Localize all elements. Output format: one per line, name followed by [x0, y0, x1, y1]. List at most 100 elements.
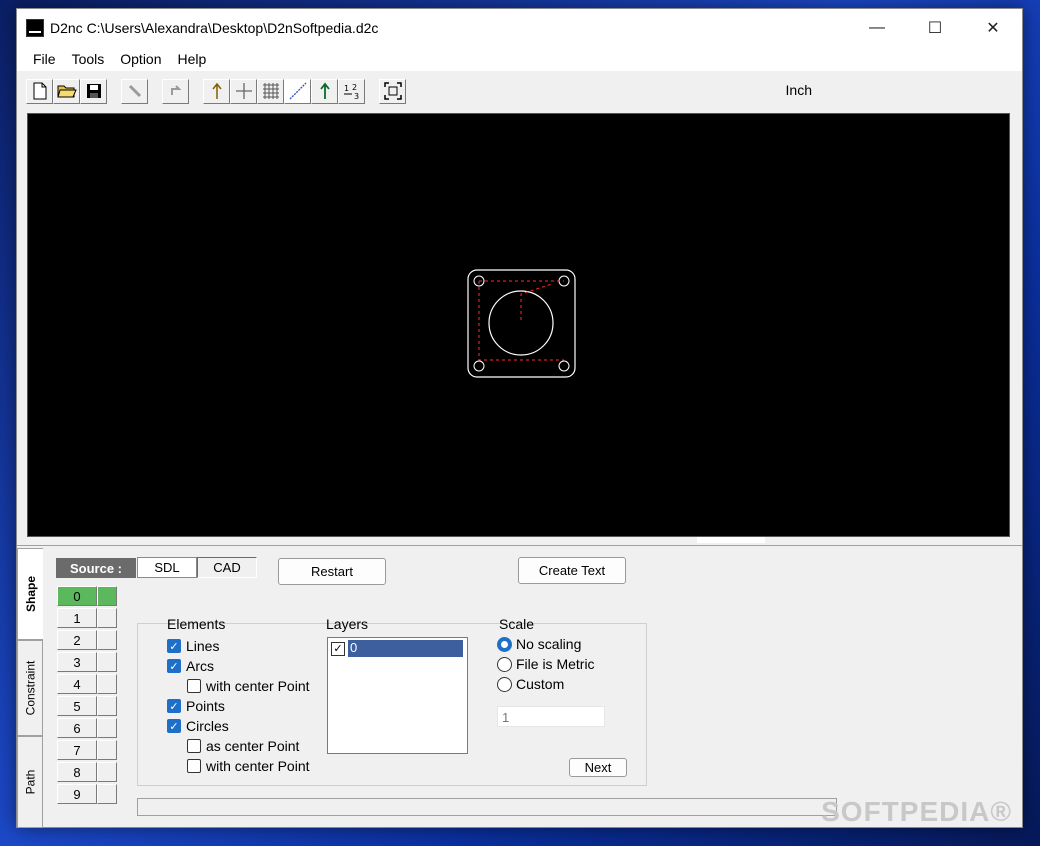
green-arrow-icon: [319, 82, 330, 99]
status-bar: [137, 798, 837, 816]
arcs-checkbox[interactable]: ✓ Arcs: [167, 658, 214, 674]
close-button[interactable]: ✕: [964, 9, 1022, 47]
circles-center-checkbox[interactable]: with center Point: [187, 758, 310, 774]
menu-bar: File Tools Option Help: [17, 47, 1022, 71]
save-icon: [86, 84, 101, 98]
open-button[interactable]: [53, 78, 80, 104]
scale-custom-input[interactable]: 1: [497, 706, 605, 727]
scale-custom-radio[interactable]: Custom: [497, 676, 564, 692]
arcs-center-checkbox[interactable]: with center Point: [187, 678, 310, 694]
fit-view-button[interactable]: [379, 78, 406, 104]
check-icon: ✓: [167, 639, 181, 653]
tab-path[interactable]: Path: [17, 736, 43, 828]
layer-number-5[interactable]: 5: [57, 696, 97, 716]
menu-file[interactable]: File: [25, 51, 64, 67]
plate-outline: [467, 269, 576, 378]
source-sdl-button[interactable]: SDL: [137, 557, 197, 578]
fit-view-icon: [383, 82, 402, 100]
source-cad-button[interactable]: CAD: [197, 557, 257, 578]
new-file-button[interactable]: [26, 78, 53, 104]
layer-number-7[interactable]: 7: [57, 740, 97, 760]
lines-checkbox[interactable]: ✓ Lines: [167, 638, 219, 654]
layers-title: Layers: [326, 616, 369, 632]
layer-toggle-3[interactable]: [97, 652, 117, 672]
layer-toggle-0[interactable]: [97, 586, 117, 606]
check-icon[interactable]: ✓: [331, 641, 345, 656]
grid-icon: [262, 83, 279, 99]
window-title: D2nc C:\Users\Alexandra\Desktop\D2nSoftp…: [50, 20, 379, 36]
numbering-button[interactable]: 123: [338, 78, 365, 104]
layer-toggle-9[interactable]: [97, 784, 117, 804]
units-label: Inch: [785, 82, 812, 98]
check-icon: ✓: [167, 659, 181, 673]
points-checkbox[interactable]: ✓ Points: [167, 698, 225, 714]
drawing-canvas[interactable]: [27, 113, 1010, 537]
layer-list-item[interactable]: ✓ 0: [331, 640, 463, 657]
menu-help[interactable]: Help: [170, 51, 215, 67]
toolbar: 123: [17, 73, 1022, 109]
layer-number-8[interactable]: 8: [57, 762, 97, 782]
layer-toggle-5[interactable]: [97, 696, 117, 716]
minimize-button[interactable]: —: [848, 9, 906, 47]
layer-toggle-8[interactable]: [97, 762, 117, 782]
softpedia-watermark: SOFTPEDIA®: [821, 796, 1012, 827]
layer-toggle-6[interactable]: [97, 718, 117, 738]
arrow-up-button[interactable]: [203, 78, 230, 104]
crosshair-icon: [235, 83, 252, 99]
main-window: D2nc C:\Users\Alexandra\Desktop\D2nSoftp…: [16, 8, 1023, 828]
numbering-icon: 1 23: [343, 83, 359, 100]
drawing-shape: [467, 269, 576, 378]
layer-number-2[interactable]: 2: [57, 630, 97, 650]
app-icon: [26, 19, 44, 37]
next-button[interactable]: Next: [569, 758, 627, 777]
diagonal-line-button[interactable]: [284, 78, 311, 104]
svg-text:2: 2: [352, 83, 357, 92]
layer-number-4[interactable]: 4: [57, 674, 97, 694]
layer-number-1[interactable]: 1: [57, 608, 97, 628]
splitter-handle[interactable]: [697, 537, 765, 543]
vertical-tabs: Shape Constraint Path: [17, 548, 43, 828]
layer-number-3[interactable]: 3: [57, 652, 97, 672]
lower-panel: Shape Constraint Path Source : SDL CAD R…: [17, 545, 1022, 828]
grid-button[interactable]: [257, 78, 284, 104]
circles-checkbox[interactable]: ✓ Circles: [167, 718, 229, 734]
toolpath-dashed: [478, 280, 564, 361]
layer-toggle-1[interactable]: [97, 608, 117, 628]
hole-bottom-left: [473, 360, 485, 372]
restart-button[interactable]: Restart: [278, 558, 386, 585]
new-file-icon: [33, 82, 46, 100]
source-label: Source :: [56, 558, 136, 578]
tab-shape[interactable]: Shape: [17, 548, 43, 640]
check-icon: ✓: [167, 719, 181, 733]
undo-icon: [170, 85, 181, 95]
scale-no-scaling-radio[interactable]: No scaling: [497, 636, 581, 652]
hole-bottom-right: [558, 360, 570, 372]
arrow-up-icon: [211, 82, 222, 99]
menu-tools[interactable]: Tools: [64, 51, 113, 67]
layer-toggle-7[interactable]: [97, 740, 117, 760]
wand-button[interactable]: [121, 78, 148, 104]
layer-toggle-4[interactable]: [97, 674, 117, 694]
layer-list-label: 0: [348, 640, 463, 657]
wand-icon: [128, 84, 141, 98]
layer-toggle-2[interactable]: [97, 630, 117, 650]
save-button[interactable]: [80, 78, 107, 104]
green-arrow-button[interactable]: [311, 78, 338, 104]
layers-list[interactable]: ✓ 0: [327, 637, 468, 754]
svg-text:3: 3: [354, 92, 359, 100]
title-bar: D2nc C:\Users\Alexandra\Desktop\D2nSoftp…: [17, 9, 1022, 47]
maximize-button[interactable]: ☐: [906, 9, 964, 47]
tab-constraint[interactable]: Constraint: [17, 640, 43, 736]
crosshair-button[interactable]: [230, 78, 257, 104]
open-folder-icon: [56, 85, 77, 98]
menu-option[interactable]: Option: [112, 51, 169, 67]
undo-button[interactable]: [162, 78, 189, 104]
scale-title: Scale: [499, 616, 535, 632]
layer-number-0[interactable]: 0: [57, 586, 97, 606]
svg-text:1: 1: [344, 84, 349, 93]
circles-as-center-checkbox[interactable]: as center Point: [187, 738, 299, 754]
create-text-button[interactable]: Create Text: [518, 557, 626, 584]
scale-metric-radio[interactable]: File is Metric: [497, 656, 595, 672]
layer-number-9[interactable]: 9: [57, 784, 97, 804]
layer-number-6[interactable]: 6: [57, 718, 97, 738]
